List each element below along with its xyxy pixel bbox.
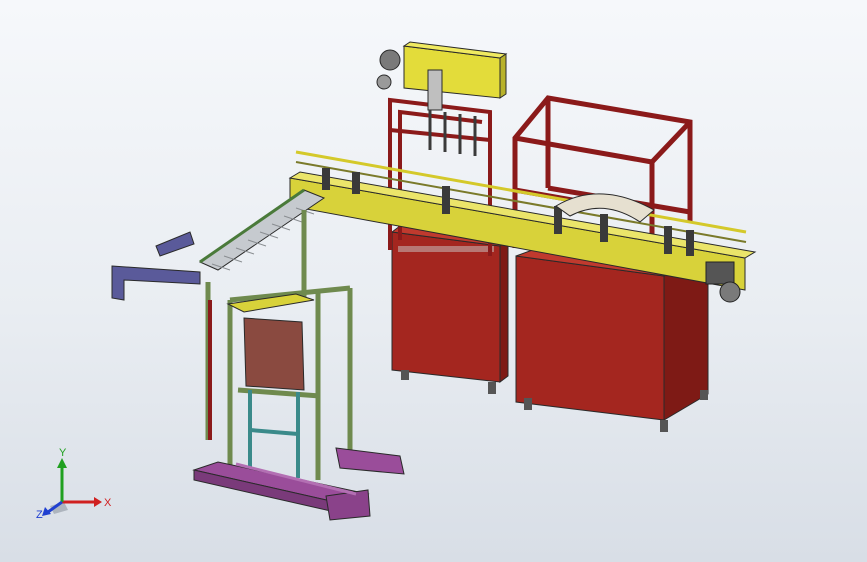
z-axis-label: Z xyxy=(36,509,43,521)
axis-triad[interactable]: X Y Z xyxy=(36,444,116,524)
lift-frame xyxy=(248,390,300,478)
y-axis-arrow xyxy=(57,458,67,502)
machine-assembly-model[interactable] xyxy=(0,0,867,562)
x-axis-arrow xyxy=(62,497,102,507)
y-axis-label: Y xyxy=(59,447,67,459)
x-axis-label: X xyxy=(104,497,112,509)
pusher-arm[interactable] xyxy=(111,231,201,301)
carton-box[interactable] xyxy=(226,293,315,391)
cad-viewport[interactable]: X Y Z xyxy=(0,0,867,562)
